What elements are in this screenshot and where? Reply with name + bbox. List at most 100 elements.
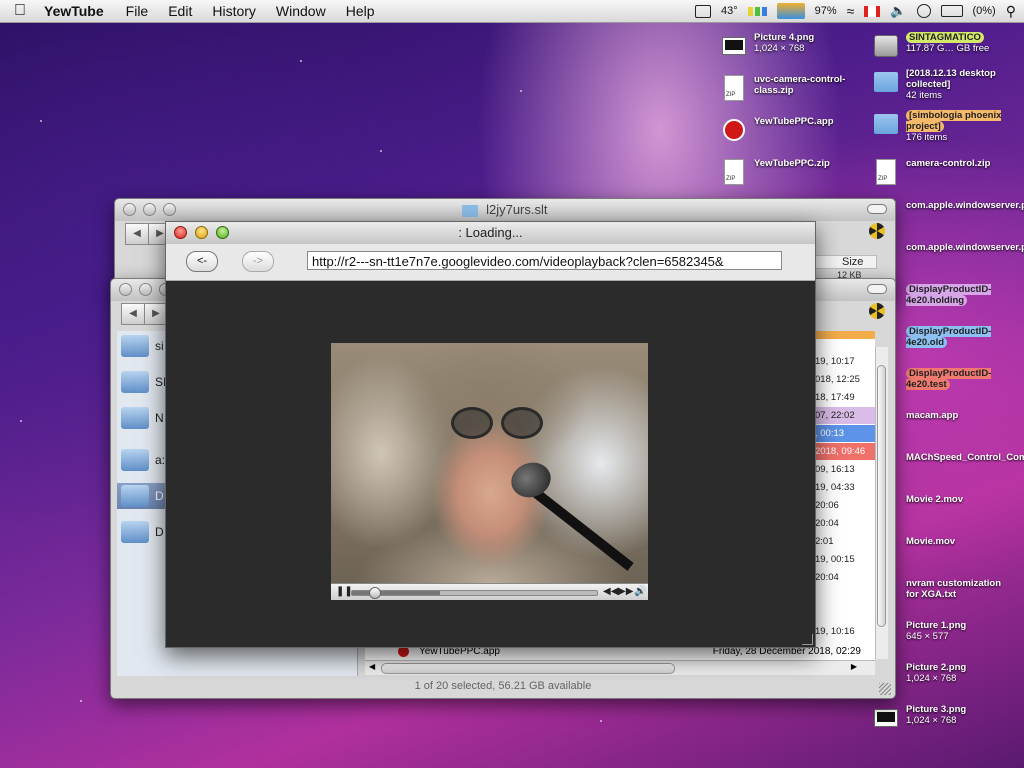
finder-back-titlebar[interactable]: l2jy7urs.slt — [115, 199, 895, 221]
desktop-icon[interactable]: camera-control.zip — [874, 158, 1014, 186]
desktop-icon-label: YewTubePPC.app — [754, 116, 834, 127]
wifi-icon[interactable]: ≈ — [847, 3, 855, 19]
scroll-right-arrow[interactable]: ▶ — [851, 662, 857, 671]
weather-icon[interactable] — [776, 3, 805, 19]
battery-percent[interactable]: (0%) — [973, 5, 996, 17]
minimize-button[interactable] — [195, 226, 208, 239]
table-row[interactable]: 09, 16:13 — [811, 461, 875, 478]
date-modified: 19, 00:15 — [815, 554, 855, 565]
table-row[interactable]: 18, 17:49 — [811, 389, 875, 406]
desktop-icon[interactable]: SINTAGMATICO 117.87 G… GB free — [874, 32, 1014, 60]
clock-icon[interactable] — [916, 4, 931, 18]
back-button[interactable]: ◀ — [121, 303, 145, 325]
sidebar-item-label: D — [155, 525, 164, 539]
desktop-icon-label: Picture 1.png 645 × 577 — [906, 620, 966, 642]
volume-icon[interactable]: 🔊 — [634, 586, 646, 598]
rewind-icon[interactable]: ◀◀ — [603, 586, 618, 598]
minimize-button[interactable] — [143, 203, 156, 216]
vertical-scrollbar[interactable] — [875, 347, 888, 659]
vertical-scroll-thumb[interactable] — [877, 365, 886, 627]
desktop-icon-label: camera-control.zip — [906, 158, 990, 169]
table-row[interactable]: 19, 04:33 — [811, 479, 875, 496]
apple-menu-icon[interactable]:  — [0, 2, 40, 20]
wifi-percent[interactable]: 97% — [815, 5, 837, 17]
yewtube-titlebar[interactable]: : Loading... — [166, 222, 815, 244]
table-row[interactable]: 19, 00:15 — [811, 551, 875, 568]
screen-mirror-icon[interactable] — [694, 4, 711, 18]
table-row[interactable]: 19, 10:16 — [811, 623, 875, 640]
close-button[interactable] — [123, 203, 136, 216]
zoom-button[interactable] — [216, 226, 229, 239]
desktop-icon-name: YewTubePPC.app — [754, 116, 834, 127]
monitor-icon — [121, 335, 149, 357]
horizontal-scrollbar[interactable]: ◀ ▶ — [365, 660, 875, 675]
seek-knob[interactable] — [369, 587, 382, 599]
desktop-icon[interactable]: [2018.12.13 desktop collected] 42 items — [874, 68, 1014, 101]
close-button[interactable] — [174, 226, 187, 239]
table-row[interactable]: 018, 12:25 — [811, 371, 875, 388]
desktop-icon-name: Picture 3.png — [906, 704, 967, 715]
menu-help[interactable]: Help — [336, 3, 385, 19]
desktop-icon-subtitle: 42 items — [906, 90, 942, 101]
desktop-icon-label: nvram customization for XGA.txt — [906, 578, 1014, 600]
url-field[interactable]: http://r2---sn-tt1e7n7e.googlevideo.com/… — [307, 251, 782, 270]
desktop-icon[interactable]: uvc-camera-control-class.zip — [722, 74, 862, 102]
date-modified: 2018, 09:46 — [815, 446, 866, 457]
horizontal-scroll-thumb[interactable] — [381, 663, 675, 674]
desktop-icon[interactable]: YewTubePPC.app — [722, 116, 862, 144]
desktop-icon[interactable]: Picture 4.png 1,024 × 768 — [722, 32, 862, 60]
volume-icon[interactable]: 🔈 — [890, 3, 906, 19]
desktop-icon-name: [simbologia phoenix project] — [906, 110, 1002, 132]
table-row[interactable]: 20:04 — [811, 515, 875, 532]
spotlight-search-icon[interactable]: ⚲ — [1006, 3, 1016, 20]
video-frame[interactable] — [331, 343, 648, 583]
table-row[interactable]: 2018, 09:46 — [811, 443, 875, 460]
resize-grip-icon[interactable] — [802, 634, 813, 645]
desktop-icon[interactable]: Picture 3.png 1,024 × 768 — [874, 704, 1014, 732]
screen-icon — [722, 32, 746, 60]
table-row[interactable]: 20:06 — [811, 497, 875, 514]
toolbar-toggle-button[interactable] — [867, 204, 887, 214]
table-row[interactable]: , 00:13 — [811, 425, 875, 442]
date-modified: 018, 12:25 — [815, 374, 860, 385]
burn-icon[interactable] — [869, 223, 885, 239]
status-lights-icon[interactable] — [747, 6, 767, 16]
temperature-readout[interactable]: 43° — [721, 5, 738, 17]
fast-forward-icon[interactable]: ▶▶ — [618, 586, 633, 598]
screen-icon — [874, 704, 898, 732]
forward-button[interactable]: -> — [242, 251, 274, 272]
close-button[interactable] — [119, 283, 132, 296]
resize-grip-icon[interactable] — [879, 683, 891, 695]
table-row[interactable]: 2:01 — [811, 533, 875, 550]
burn-icon[interactable] — [869, 303, 885, 319]
desktop-icon-name: SINTAGMATICO — [906, 32, 984, 43]
back-button[interactable]: ◀ — [125, 223, 149, 245]
table-row[interactable]: 19, 10:17 — [811, 353, 875, 370]
yewtube-window[interactable]: : Loading... <- -> http://r2---sn-tt1e7n… — [165, 221, 816, 648]
zoom-button[interactable] — [163, 203, 176, 216]
menu-window[interactable]: Window — [266, 3, 336, 19]
desktop-icon[interactable]: [simbologia phoenix project] 176 items — [874, 110, 1014, 143]
back-button[interactable]: <- — [186, 251, 218, 272]
date-modified: 19, 10:17 — [815, 356, 855, 367]
canada-flag-icon[interactable] — [864, 5, 881, 17]
desktop-icon[interactable]: YewTubePPC.zip — [722, 158, 862, 186]
menu-file[interactable]: File — [116, 3, 159, 19]
menu-edit[interactable]: Edit — [158, 3, 202, 19]
seek-bar[interactable] — [351, 587, 598, 599]
minimize-button[interactable] — [139, 283, 152, 296]
scroll-left-arrow[interactable]: ◀ — [369, 662, 375, 671]
table-row[interactable]: 07, 22:02 — [811, 407, 875, 424]
date-modified: 20:04 — [815, 518, 839, 529]
column-header-size[interactable]: Size — [815, 255, 877, 269]
video-controls: ❚❚ ◀◀ ▶▶ 🔊 — [331, 583, 648, 600]
toolbar-toggle-button[interactable] — [867, 284, 887, 294]
desktop-icon-label: Picture 3.png 1,024 × 768 — [906, 704, 966, 726]
menu-app-name[interactable]: YewTube — [40, 3, 116, 19]
zip-icon — [722, 74, 746, 102]
menu-history[interactable]: History — [202, 3, 266, 19]
desktop-icon-label: macam.app — [906, 410, 958, 421]
table-row[interactable]: 20:04 — [811, 569, 875, 586]
folder-icon — [121, 521, 149, 543]
battery-icon[interactable] — [940, 5, 963, 17]
